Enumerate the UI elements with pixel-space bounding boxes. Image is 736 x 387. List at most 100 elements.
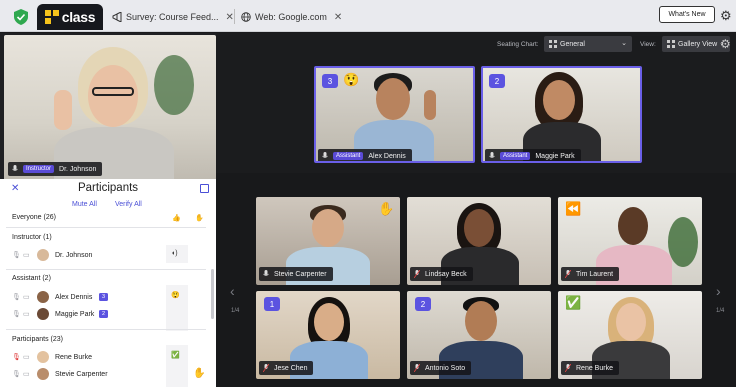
gallery-tile-antonio-soto[interactable]: 2 Antonio Soto [407,291,551,379]
settings-gear-icon[interactable]: ⚙ [720,37,731,51]
spotlight-area: Seating Chart: General ⌄ View: Gallery V… [216,33,736,173]
glasses [92,87,134,96]
mic-icon[interactable]: 🎙 [12,251,21,259]
hand-raise-count-badge: 1 [264,297,280,311]
waving-hand [54,90,72,130]
participant-name: Rene Burke [576,364,613,372]
close-tab-icon[interactable]: ✕ [334,12,342,23]
surprised-emoji-icon: 😲 [343,72,360,87]
everyone-count: Everyone (26) [12,214,56,221]
divider [6,269,206,270]
assistant-list-name: Alex Dennis [55,294,93,301]
megaphone-icon [112,12,122,22]
mute-all-link[interactable]: Mute All [72,201,97,208]
face [376,78,410,120]
participant-name: Tim Laurent [576,270,614,278]
participant-name: Stevie Carpenter [274,270,327,278]
tab-survey[interactable]: Survey: Course Feed... ✕ [112,8,234,26]
camera-icon[interactable]: ▭ [23,370,30,378]
divider [6,227,206,228]
close-tab-icon[interactable]: ✕ [226,12,234,23]
instructor-video-tile[interactable]: Instructor Dr. Johnson [4,35,216,181]
tab-class-app[interactable]: class [37,4,103,30]
avatar [37,308,49,320]
hand-icon[interactable]: ✋ [195,214,204,222]
avatar [37,368,49,380]
gallery-tile-lindsay-beck[interactable]: Lindsay Beck [407,197,551,285]
gallery-tile-jese-chen[interactable]: 1 Jese Chen [256,291,400,379]
face [616,303,646,341]
grid-icon [549,40,557,48]
mic-muted-icon [565,270,571,278]
instructor-face [88,65,138,127]
raised-hand-emoji-icon: ✋ [378,201,395,216]
mic-icon[interactable]: 🎙 [12,310,21,318]
nametag: Lindsay Beck [410,267,473,281]
tab-web-label: Web: Google.com [255,12,327,22]
seating-chart-value: General [560,40,585,48]
pop-out-icon[interactable] [200,184,209,193]
face [618,207,648,245]
gallery-tile-tim-laurent[interactable]: ⏪ Tim Laurent [558,197,702,285]
participant-list-name: Rene Burke [55,354,92,361]
mic-muted-icon [414,270,420,278]
participant-name: Alex Dennis [368,152,406,160]
assistant-section-header: Assistant (2) [12,275,51,282]
spotlight-tile-alex-dennis[interactable]: 3 😲 Assistant Alex Dennis [314,66,475,163]
nametag: Assistant Maggie Park [485,149,581,161]
thumbs-up-icon[interactable]: 👍 [172,214,181,222]
gallery-tile-stevie-carpenter[interactable]: ✋ Stevie Carpenter [256,197,400,285]
chevron-down-icon: ⌄ [621,40,627,47]
nametag: Antonio Soto [410,361,472,375]
participants-section-header: Participants (23) [12,336,63,343]
gallery-tile-rene-burke[interactable]: ✅ Rene Burke [558,291,702,379]
hand-raise-count-badge: 3 [322,74,338,88]
participant-name: Antonio Soto [425,364,466,372]
camera-icon[interactable]: ▭ [23,251,30,259]
hand-raise-count-badge: 3 [99,293,108,301]
mic-icon [489,152,495,158]
plant-decoration [154,55,194,115]
participant-name: Lindsay Beck [425,270,467,278]
tab-survey-label: Survey: Course Feed... [126,12,219,22]
chevron-right-icon[interactable]: › [716,283,721,299]
assistant-role-badge: Assistant [500,152,531,160]
mic-muted-icon [414,364,420,372]
chevron-left-icon[interactable]: ‹ [230,283,235,299]
globe-icon [241,12,251,22]
camera-icon[interactable]: ▭ [23,310,30,318]
verify-all-link[interactable]: Verify All [115,201,142,208]
app-name: class [61,9,96,25]
nametag: Stevie Carpenter [259,267,333,281]
mic-muted-icon[interactable]: 🎙 [12,353,21,361]
participants-title: Participants [77,182,139,194]
hand-raise-count-badge: 2 [489,74,505,88]
avatar [37,351,49,363]
mic-icon[interactable]: 🎙 [12,293,21,301]
face [465,301,497,341]
settings-gear-icon[interactable]: ⚙ [720,8,732,24]
panel-scrollbar[interactable] [211,269,214,319]
plant-decoration [668,217,698,267]
mic-muted-icon [263,364,269,372]
mic-icon[interactable]: 🎙 [12,370,21,378]
nametag: Jese Chen [259,361,314,375]
view-label: View: [640,41,656,48]
spotlight-tile-maggie-park[interactable]: 2 Assistant Maggie Park [481,66,642,163]
class-logo-icon [44,10,59,24]
gallery-grid: ‹ 1/4 › 1/4 ✋ Stevie Carpenter Lindsay B… [216,173,736,387]
audio-wave-icon: ◖) [171,250,178,257]
instructor-name: Dr. Johnson [59,165,97,173]
camera-icon[interactable]: ▭ [23,353,30,361]
avatar [37,291,49,303]
participants-panel: ✕ Participants Mute All Verify All Every… [0,179,216,387]
waving-hand [424,90,436,120]
tab-web[interactable]: Web: Google.com ✕ [241,8,342,26]
check-mark-emoji-icon: ✅ [565,295,582,310]
assistant-role-badge: Assistant [333,152,364,160]
camera-icon[interactable]: ▭ [23,293,30,301]
seating-chart-select[interactable]: General ⌄ [544,36,632,52]
nametag: Assistant Alex Dennis [318,149,412,161]
whats-new-button[interactable]: What's New [659,6,715,23]
face [543,80,575,120]
